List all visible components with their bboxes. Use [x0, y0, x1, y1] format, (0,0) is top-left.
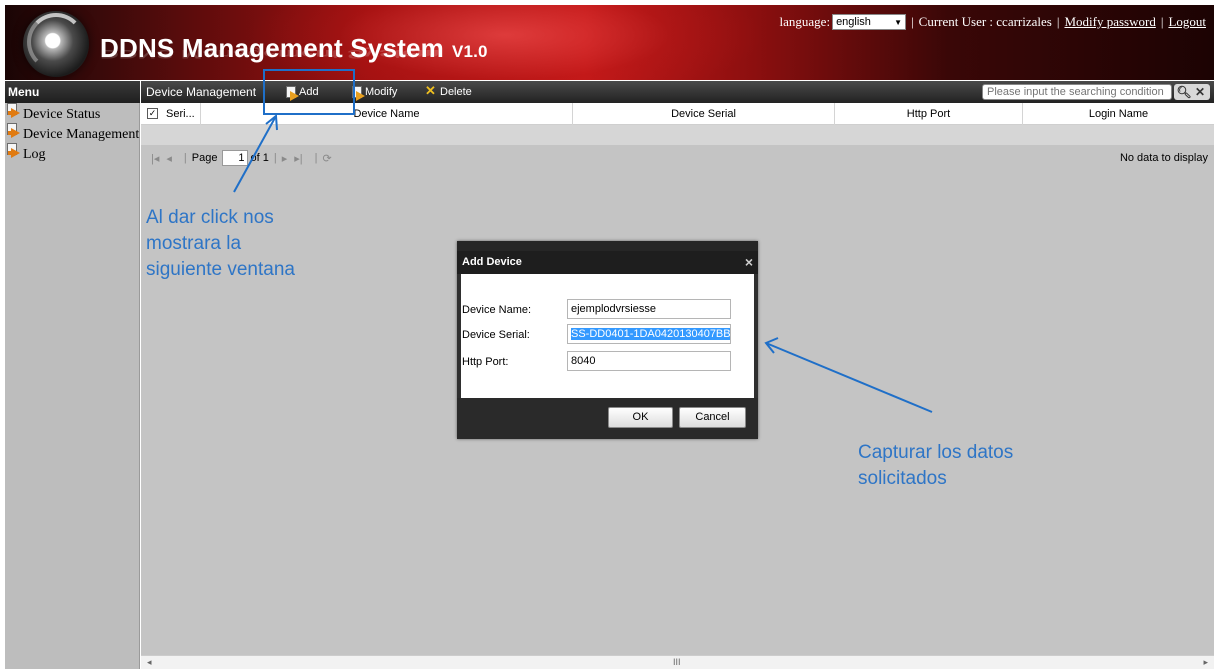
- close-icon[interactable]: ×: [745, 254, 753, 270]
- menu-header: Menu: [5, 81, 140, 103]
- annotation-line: Al dar click nos: [146, 207, 274, 228]
- device-serial-input[interactable]: SS-DD0401-1DA0420130407BBW: [567, 324, 731, 344]
- horizontal-scrollbar[interactable]: ◂ III ▸: [141, 655, 1214, 669]
- current-user: Current User : ccarrizales: [918, 14, 1052, 29]
- column-header: Seri...: [166, 108, 195, 120]
- device-serial-row: Device Serial: SS-DD0401-1DA0420130407BB…: [461, 324, 754, 346]
- search-icon[interactable]: 🔍︎: [1176, 85, 1192, 99]
- annotation-line: siguiente ventana: [146, 259, 295, 280]
- menu-item-device-management[interactable]: Device Management: [5, 123, 139, 143]
- chevron-down-icon: ▼: [894, 17, 903, 27]
- separator: |: [183, 152, 187, 164]
- page-arrow-icon: [7, 123, 23, 141]
- search-input[interactable]: [982, 84, 1172, 100]
- ok-button[interactable]: OK: [608, 407, 673, 428]
- menu-item-label: Device Management: [23, 127, 140, 142]
- logo-icon: [23, 11, 89, 77]
- scroll-right-icon[interactable]: ▸: [1203, 657, 1208, 668]
- select-all-checkbox[interactable]: ✓: [147, 108, 158, 119]
- clear-icon[interactable]: ✕: [1192, 85, 1208, 99]
- menu-item-log[interactable]: Log: [5, 143, 139, 163]
- column-header: Device Name: [353, 108, 420, 120]
- no-data-message: No data to display: [1119, 152, 1208, 164]
- page-of-label: of 1: [250, 152, 269, 164]
- http-port-input[interactable]: 8040: [567, 351, 731, 371]
- first-page-icon[interactable]: |◂: [151, 152, 159, 165]
- add-device-dialog: Add Device × Device Name: ejemplodvrsies…: [457, 241, 758, 439]
- menu-panel: Device Status Device Management Log: [5, 103, 140, 669]
- delete-button[interactable]: ✕ Delete: [425, 83, 472, 99]
- dialog-body: Device Name: ejemplodvrsiesse Device Ser…: [461, 274, 754, 398]
- app-version: V1.0: [451, 42, 488, 61]
- app-header: DDNS Management System V1.0 DDNS Manageme…: [5, 5, 1214, 80]
- annotation-capture-note: Capturar los datos solicitados: [858, 440, 1013, 492]
- selected-text: SS-DD0401-1DA0420130407BBW: [571, 328, 730, 340]
- separator: |: [314, 152, 318, 164]
- annotation-line: Capturar los datos: [858, 442, 1014, 463]
- device-name-input[interactable]: ejemplodvrsiesse: [567, 299, 731, 319]
- dialog-titlebar[interactable]: Add Device ×: [457, 251, 758, 274]
- separator: |: [1160, 14, 1164, 29]
- scroll-thumb-grip[interactable]: III: [673, 657, 681, 667]
- panel-title: Device Management: [146, 85, 257, 99]
- user-bar: language: english ▼ | Current User : cca…: [780, 14, 1206, 30]
- scroll-left-icon[interactable]: ◂: [147, 657, 152, 668]
- next-page-icon[interactable]: ▸: [282, 152, 288, 165]
- menu-item-label: Device Status: [23, 107, 101, 122]
- http-port-row: Http Port: 8040: [461, 351, 754, 373]
- column-header: Login Name: [1088, 108, 1149, 120]
- separator: |: [911, 14, 914, 29]
- cancel-button[interactable]: Cancel: [679, 407, 746, 428]
- modify-password-link[interactable]: Modify password: [1064, 14, 1155, 30]
- device-serial-label: Device Serial:: [462, 329, 530, 341]
- grid-empty-row: [141, 125, 1214, 145]
- page-arrow-icon: [7, 103, 23, 121]
- page-label: Page: [191, 152, 218, 164]
- device-name-label: Device Name:: [462, 304, 532, 316]
- modify-label: Modify: [365, 86, 398, 98]
- refresh-icon[interactable]: ⟳: [322, 152, 331, 165]
- app-title-reflection: DDNS Management System: [100, 47, 440, 62]
- language-select[interactable]: english ▼: [832, 14, 907, 30]
- separator: |: [273, 152, 277, 164]
- column-header: Http Port: [906, 108, 951, 120]
- menu-item-label: Log: [23, 147, 46, 162]
- page-arrow-icon: [7, 143, 23, 161]
- column-http-port[interactable]: Http Port: [835, 103, 1023, 125]
- column-device-serial[interactable]: Device Serial: [573, 103, 835, 125]
- dialog-footer: OK Cancel: [457, 398, 758, 439]
- menu-item-device-status[interactable]: Device Status: [5, 103, 139, 123]
- column-device-name[interactable]: Device Name: [201, 103, 573, 125]
- http-port-label: Http Port:: [462, 356, 509, 368]
- search-buttons: 🔍︎ ✕: [1174, 84, 1210, 100]
- modify-button[interactable]: Modify: [350, 85, 398, 101]
- delete-label: Delete: [440, 86, 472, 98]
- column-serial[interactable]: ✓ Seri...: [141, 103, 201, 125]
- separator: |: [1056, 14, 1060, 29]
- column-header: Device Serial: [671, 108, 736, 120]
- page-number-input[interactable]: 1: [222, 150, 249, 166]
- column-login-name[interactable]: Login Name: [1023, 103, 1214, 125]
- annotation-line: mostrara la: [146, 233, 242, 254]
- language-value: english: [836, 16, 871, 28]
- annotation-click-note: Al dar click nos mostrara la siguiente v…: [146, 205, 295, 283]
- logout-link[interactable]: Logout: [1168, 14, 1206, 30]
- language-label: language:: [779, 14, 831, 29]
- add-highlight-box: [263, 69, 355, 115]
- prev-page-icon[interactable]: ◂: [166, 152, 172, 165]
- last-page-icon[interactable]: ▸|: [294, 152, 302, 165]
- dialog-title: Add Device: [462, 256, 522, 268]
- pager: |◂ ◂ | Page 1 of 1 | ▸ ▸| | ⟳ No data to…: [141, 145, 1214, 171]
- device-name-row: Device Name: ejemplodvrsiesse: [461, 299, 754, 321]
- search-bar: 🔍︎ ✕: [982, 84, 1210, 100]
- annotation-line: solicitados: [858, 468, 947, 489]
- delete-x-icon: ✕: [425, 83, 436, 98]
